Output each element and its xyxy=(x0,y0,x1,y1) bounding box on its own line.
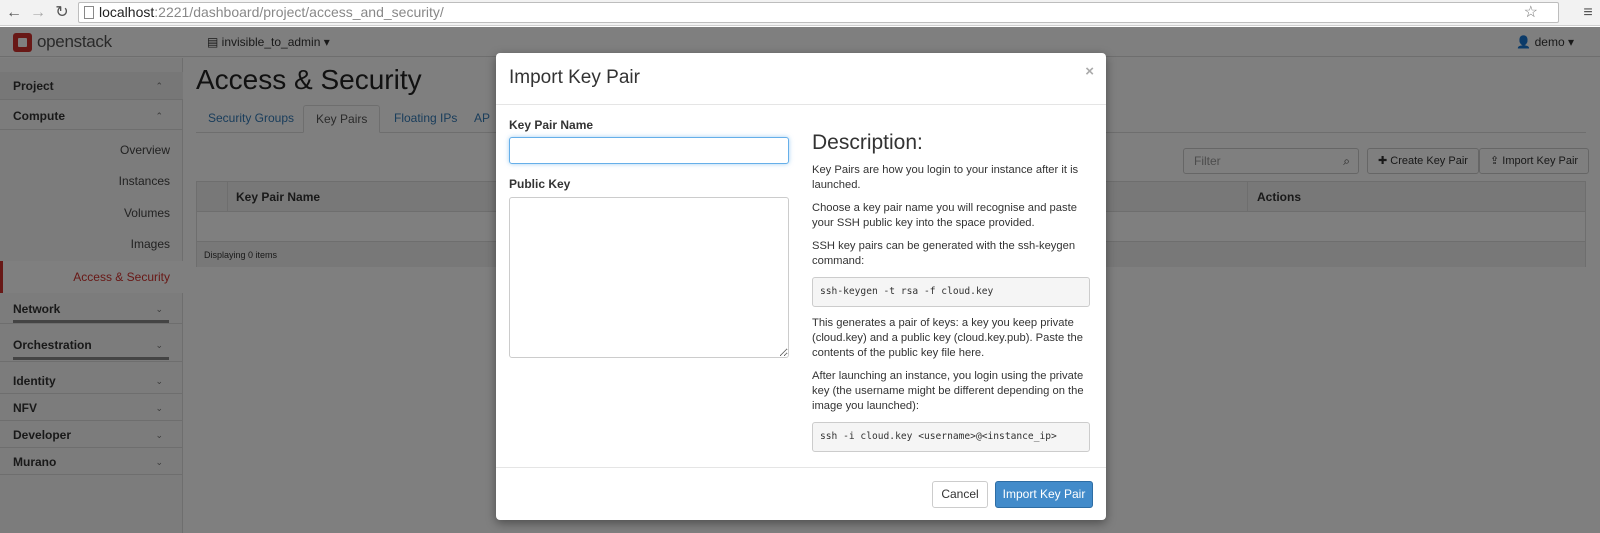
description-paragraph: Key Pairs are how you login to your inst… xyxy=(812,164,1079,191)
import-key-pair-dialog: Import Key Pair × Key Pair Name Public K… xyxy=(496,53,1106,520)
description-title: Description: xyxy=(812,131,923,154)
back-icon[interactable]: ← xyxy=(4,3,24,23)
browser-menu-icon[interactable]: ≡ xyxy=(1580,3,1596,23)
ssh-login-command: ssh -i cloud.key <username>@<instance_ip… xyxy=(812,422,1090,452)
description-paragraph: This generates a pair of keys: a key you… xyxy=(812,317,1083,359)
cancel-button[interactable]: Cancel xyxy=(932,481,988,508)
key-pair-name-label: Key Pair Name xyxy=(509,118,594,132)
description-paragraph: SSH key pairs can be generated with the … xyxy=(812,240,1076,267)
modal-header: Import Key Pair × xyxy=(496,53,1106,105)
address-bar[interactable]: localhost:2221/dashboard/project/access_… xyxy=(78,2,1559,23)
import-key-pair-submit-button[interactable]: Import Key Pair xyxy=(995,481,1093,508)
key-pair-name-input[interactable] xyxy=(509,137,789,164)
description-paragraph: After launching an instance, you login u… xyxy=(812,370,1084,412)
close-icon[interactable]: × xyxy=(1085,63,1094,80)
modal-title: Import Key Pair xyxy=(509,67,640,88)
ssh-keygen-command: ssh-keygen -t rsa -f cloud.key xyxy=(812,277,1090,307)
url-path: :2221/dashboard/project/access_and_secur… xyxy=(154,4,444,20)
bookmark-star-icon[interactable]: ☆ xyxy=(1524,3,1538,23)
modal-footer: Cancel Import Key Pair xyxy=(496,467,1106,520)
url-host: localhost xyxy=(99,4,155,20)
public-key-textarea[interactable] xyxy=(509,197,789,358)
public-key-label: Public Key xyxy=(509,177,571,191)
description-panel: Description: Key Pairs are how you login… xyxy=(812,131,1090,461)
browser-toolbar: ← → ↻ localhost:2221/dashboard/project/a… xyxy=(0,0,1600,26)
reload-icon[interactable]: ↻ xyxy=(52,3,72,23)
forward-icon[interactable]: → xyxy=(28,3,48,23)
page-icon xyxy=(84,6,94,19)
description-paragraph: Choose a key pair name you will recognis… xyxy=(812,202,1077,229)
